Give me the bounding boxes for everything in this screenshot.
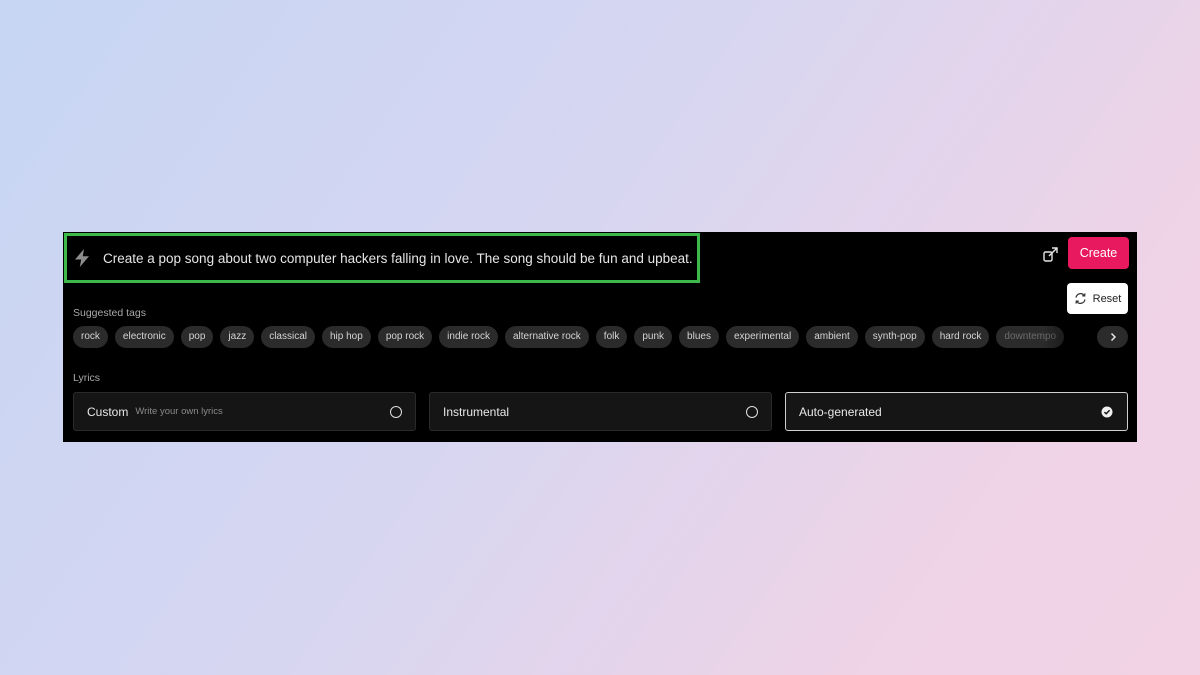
lyrics-label: Lyrics — [73, 372, 100, 384]
song-creator-panel: Create a pop song about two computer hac… — [63, 232, 1137, 442]
tag-indie-rock[interactable]: indie rock — [439, 326, 498, 348]
lyrics-option-custom[interactable]: Custom Write your own lyrics — [73, 392, 416, 431]
reset-label: Reset — [1093, 293, 1122, 305]
tag-ambient[interactable]: ambient — [806, 326, 858, 348]
tag-synth-pop[interactable]: synth-pop — [865, 326, 925, 348]
tag-electronic[interactable]: electronic — [115, 326, 174, 348]
reset-button[interactable]: Reset — [1067, 283, 1128, 314]
lyrics-option-instrumental[interactable]: Instrumental — [429, 392, 772, 431]
tag-downtempo[interactable]: downtempo — [996, 326, 1064, 348]
radio-checked-icon[interactable] — [1101, 406, 1113, 418]
radio-unchecked-icon[interactable] — [746, 406, 758, 418]
tag-hip-hop[interactable]: hip hop — [322, 326, 371, 348]
prompt-input[interactable]: Create a pop song about two computer hac… — [64, 233, 700, 283]
refresh-icon — [1074, 292, 1087, 305]
option-label: Instrumental — [443, 405, 509, 419]
tags-scroll-right-button[interactable] — [1097, 326, 1128, 348]
tag-blues[interactable]: blues — [679, 326, 719, 348]
tag-rock[interactable]: rock — [73, 326, 108, 348]
tag-jazz[interactable]: jazz — [220, 326, 254, 348]
suggested-tags-list: rock electronic pop jazz classical hip h… — [73, 326, 1093, 348]
prompt-text: Create a pop song about two computer hac… — [103, 251, 693, 266]
tag-classical[interactable]: classical — [261, 326, 315, 348]
tag-alternative-rock[interactable]: alternative rock — [505, 326, 589, 348]
share-icon[interactable] — [1042, 245, 1060, 263]
tag-experimental[interactable]: experimental — [726, 326, 799, 348]
tag-punk[interactable]: punk — [634, 326, 672, 348]
tag-pop-rock[interactable]: pop rock — [378, 326, 432, 348]
suggested-tags-label: Suggested tags — [73, 307, 146, 319]
lightning-bolt-icon — [72, 247, 94, 269]
option-label: Custom — [87, 405, 128, 419]
tag-pop[interactable]: pop — [181, 326, 214, 348]
lyrics-option-auto-generated[interactable]: Auto-generated — [785, 392, 1128, 431]
option-hint: Write your own lyrics — [135, 406, 222, 417]
chevron-right-icon — [1108, 332, 1118, 342]
create-button[interactable]: Create — [1068, 237, 1129, 269]
tag-folk[interactable]: folk — [596, 326, 628, 348]
radio-unchecked-icon[interactable] — [390, 406, 402, 418]
tag-hard-rock[interactable]: hard rock — [932, 326, 990, 348]
option-label: Auto-generated — [799, 405, 882, 419]
